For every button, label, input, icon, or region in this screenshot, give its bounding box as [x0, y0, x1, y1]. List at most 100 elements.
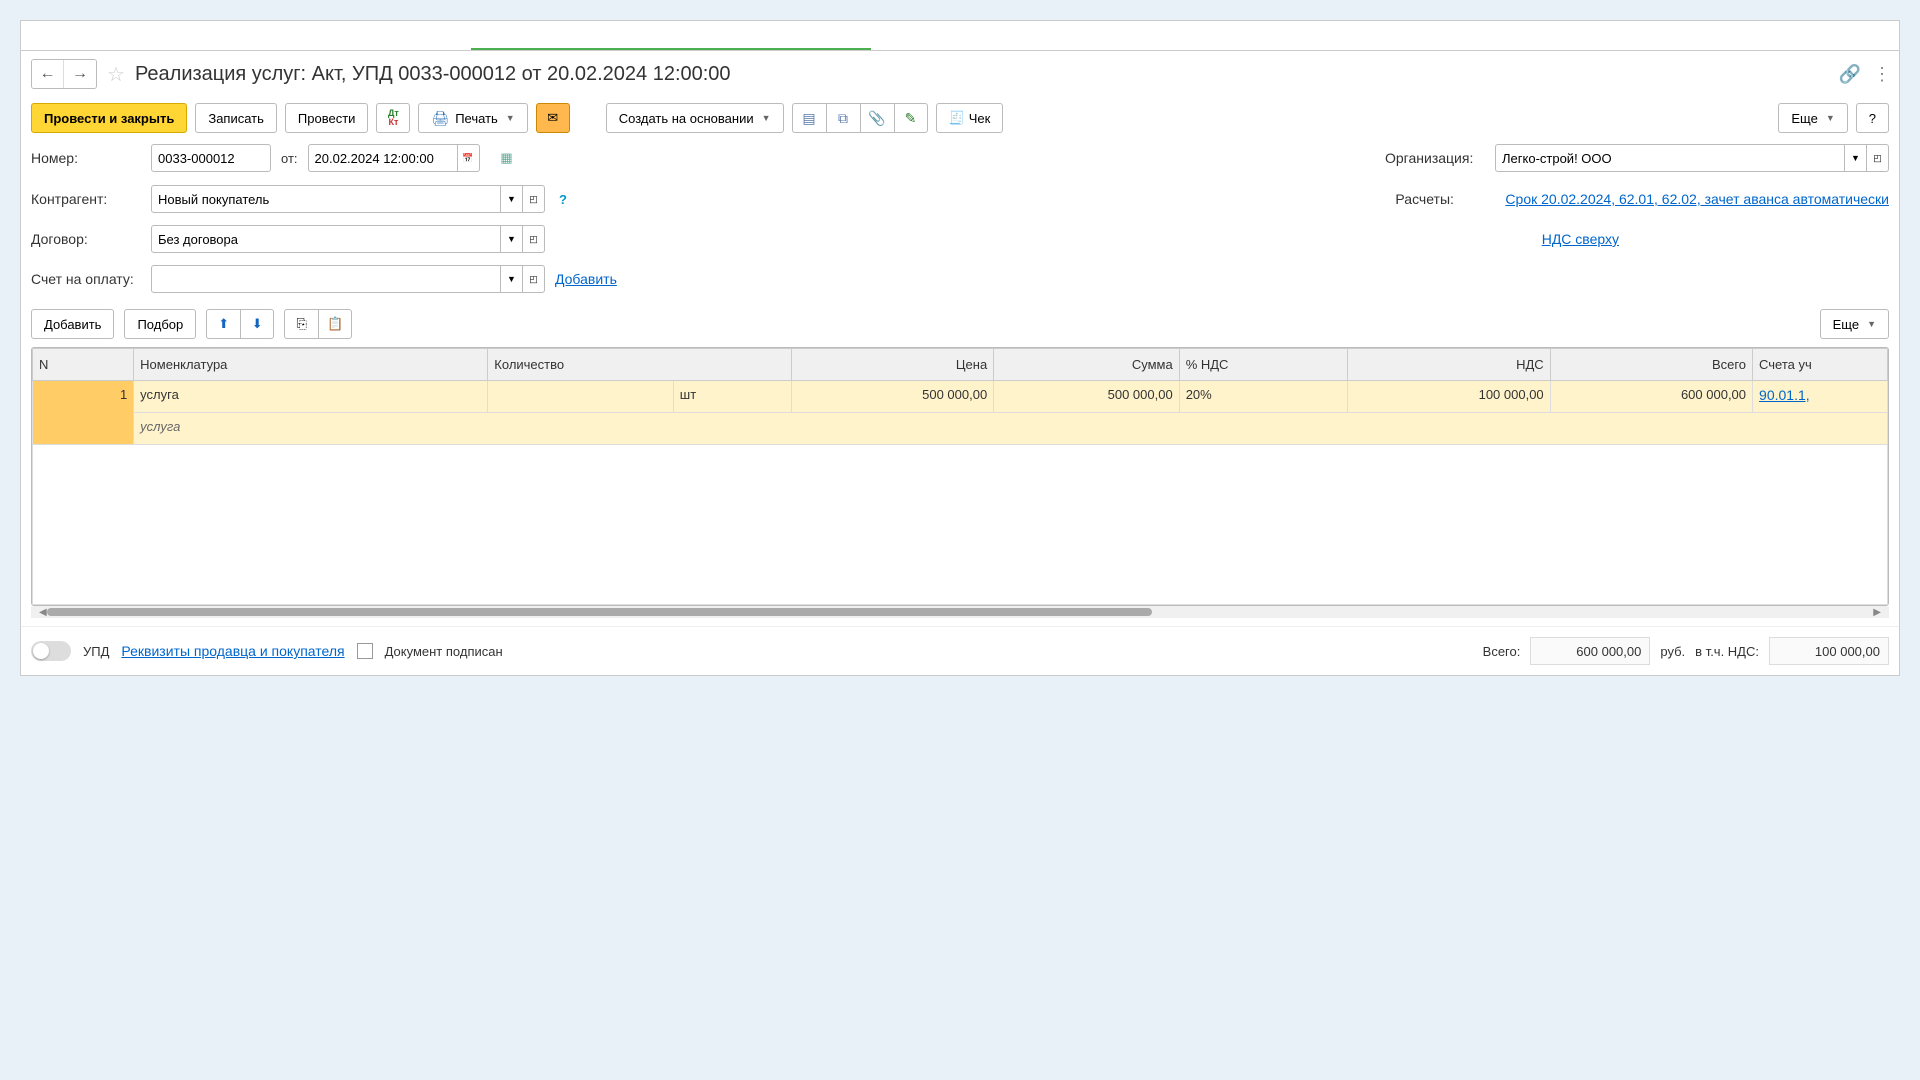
- table-more-button[interactable]: Еще▼: [1820, 309, 1889, 339]
- arrow-up-icon: ⬆: [218, 316, 229, 332]
- move-up-button[interactable]: ⬆: [206, 309, 240, 339]
- paste-button[interactable]: 📋: [318, 309, 352, 339]
- number-field[interactable]: [151, 144, 271, 172]
- vat-mode-link[interactable]: НДС сверху: [1542, 231, 1619, 247]
- cell-unit[interactable]: шт: [673, 381, 791, 413]
- vat-footer-label: в т.ч. НДС:: [1695, 644, 1759, 659]
- cell-price[interactable]: 500 000,00: [791, 381, 993, 413]
- active-tab-indicator: [471, 21, 871, 50]
- print-button[interactable]: 🖨Печать▼: [418, 103, 527, 133]
- contragent-label: Контрагент:: [31, 191, 141, 207]
- move-down-button[interactable]: ⬇: [240, 309, 274, 339]
- add-invoice-link[interactable]: Добавить: [555, 271, 617, 287]
- from-label: от:: [281, 151, 298, 166]
- cell-total[interactable]: 600 000,00: [1550, 381, 1752, 413]
- col-n[interactable]: N: [33, 349, 134, 381]
- col-total[interactable]: Всего: [1550, 349, 1752, 381]
- cell-nomenclature[interactable]: услуга: [134, 381, 488, 413]
- post-and-close-button[interactable]: Провести и закрыть: [31, 103, 187, 133]
- help-icon[interactable]: ?: [559, 192, 567, 207]
- calc-link[interactable]: Срок 20.02.2024, 62.01, 62.02, зачет ава…: [1505, 191, 1889, 207]
- invoice-field[interactable]: [151, 265, 501, 293]
- nav-buttons: ← →: [31, 59, 97, 89]
- col-sum[interactable]: Сумма: [994, 349, 1180, 381]
- cell-vat[interactable]: 100 000,00: [1348, 381, 1550, 413]
- invoice-label: Счет на оплату:: [31, 271, 141, 287]
- kebab-menu-icon[interactable]: ⋮: [1873, 64, 1889, 85]
- cell-nomenclature-sub[interactable]: услуга: [134, 413, 1888, 445]
- copy-button[interactable]: ⎘: [284, 309, 318, 339]
- note-icon: ▦: [500, 150, 512, 166]
- scroll-thumb[interactable]: [47, 608, 1152, 616]
- structure-icon: ⧉: [838, 110, 848, 127]
- total-value: 600 000,00: [1530, 637, 1650, 665]
- horizontal-scrollbar[interactable]: ◀ ▶: [31, 606, 1889, 618]
- edit-button[interactable]: ✎: [894, 103, 928, 133]
- printer-icon: 🖨: [431, 110, 449, 127]
- paste-icon: 📋: [327, 316, 343, 332]
- receipt-icon: 🧾: [949, 110, 965, 126]
- org-dropdown-button[interactable]: ▼: [1845, 144, 1867, 172]
- date-field[interactable]: [308, 144, 458, 172]
- pick-button[interactable]: Подбор: [124, 309, 196, 339]
- post-button[interactable]: Провести: [285, 103, 369, 133]
- list-icon: ▤: [802, 110, 815, 127]
- signed-label: Документ подписан: [385, 644, 503, 659]
- invoice-open-button[interactable]: ◰: [523, 265, 545, 293]
- col-price[interactable]: Цена: [791, 349, 993, 381]
- col-vat[interactable]: НДС: [1348, 349, 1550, 381]
- favorite-icon[interactable]: ☆: [107, 62, 125, 87]
- link-icon[interactable]: 🔗: [1839, 64, 1861, 85]
- cell-n[interactable]: 1: [33, 381, 134, 445]
- calendar-button[interactable]: 📅: [458, 144, 480, 172]
- contragent-field[interactable]: [151, 185, 501, 213]
- vat-footer-value: 100 000,00: [1769, 637, 1889, 665]
- contract-label: Договор:: [31, 231, 141, 247]
- contract-open-button[interactable]: ◰: [523, 225, 545, 253]
- calc-label: Расчеты:: [1395, 191, 1495, 207]
- seller-details-link[interactable]: Реквизиты продавца и покупателя: [121, 643, 344, 659]
- invoice-dropdown-button[interactable]: ▼: [501, 265, 523, 293]
- org-open-button[interactable]: ◰: [1867, 144, 1889, 172]
- upd-label: УПД: [83, 644, 109, 659]
- more-button[interactable]: Еще▼: [1778, 103, 1847, 133]
- org-field[interactable]: [1495, 144, 1845, 172]
- forward-button[interactable]: →: [64, 60, 96, 88]
- structure-button[interactable]: ⧉: [826, 103, 860, 133]
- cell-sum[interactable]: 500 000,00: [994, 381, 1180, 413]
- check-button[interactable]: 🧾Чек: [936, 103, 1004, 133]
- attach-button[interactable]: 📎: [860, 103, 894, 133]
- table-row-sub[interactable]: услуга: [33, 413, 1888, 445]
- tab-strip: [21, 21, 1899, 51]
- cell-vat-pct[interactable]: 20%: [1179, 381, 1348, 413]
- report-button[interactable]: ▤: [792, 103, 826, 133]
- envelope-icon: ✉: [547, 110, 558, 126]
- help-button[interactable]: ?: [1856, 103, 1889, 133]
- col-accounts[interactable]: Счета уч: [1753, 349, 1888, 381]
- upd-toggle[interactable]: [31, 641, 71, 661]
- dtkt-button[interactable]: ДтКт: [376, 103, 410, 133]
- contragent-dropdown-button[interactable]: ▼: [501, 185, 523, 213]
- pen-icon: ✎: [905, 110, 917, 127]
- date-extra-button[interactable]: ▦: [490, 143, 524, 173]
- back-button[interactable]: ←: [32, 60, 64, 88]
- contract-field[interactable]: [151, 225, 501, 253]
- table-row[interactable]: 1 услуга шт 500 000,00 500 000,00 20% 10…: [33, 381, 1888, 413]
- mail-button[interactable]: ✉: [536, 103, 570, 133]
- save-button[interactable]: Записать: [195, 103, 277, 133]
- arrow-down-icon: ⬇: [252, 316, 263, 332]
- contract-dropdown-button[interactable]: ▼: [501, 225, 523, 253]
- contragent-open-button[interactable]: ◰: [523, 185, 545, 213]
- create-based-on-button[interactable]: Создать на основании▼: [606, 103, 784, 133]
- col-qty[interactable]: Количество: [488, 349, 792, 381]
- add-row-button[interactable]: Добавить: [31, 309, 114, 339]
- col-vat-pct[interactable]: % НДС: [1179, 349, 1348, 381]
- cell-accounts[interactable]: 90.01.1,: [1753, 381, 1888, 413]
- signed-checkbox[interactable]: [357, 643, 373, 659]
- currency-label: руб.: [1660, 644, 1685, 659]
- page-title: Реализация услуг: Акт, УПД 0033-000012 о…: [135, 63, 731, 86]
- org-label: Организация:: [1385, 150, 1485, 166]
- cell-qty[interactable]: [488, 381, 674, 413]
- paperclip-icon: 📎: [868, 110, 885, 127]
- col-nomenclature[interactable]: Номенклатура: [134, 349, 488, 381]
